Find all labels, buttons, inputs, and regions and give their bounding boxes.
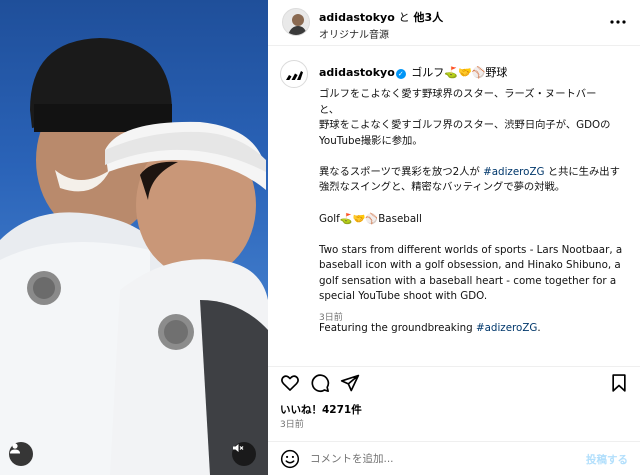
caption-title: ゴルフ⛳🤝⚾野球 <box>411 66 508 79</box>
caption-paragraph: 異なるスポーツで異彩を放つ2人が #adizeroZG と共に生み出す 強烈なス… <box>319 165 620 194</box>
smiley-icon <box>280 449 300 469</box>
mute-button[interactable] <box>232 442 256 466</box>
caption-text: ゴルフをこよなく愛す野球界のスター、ラーズ・ヌートバー と、 野球をこよなく愛す… <box>319 87 631 352</box>
photo-illustration <box>0 38 268 475</box>
caption-timestamp: 3日前 <box>319 313 343 323</box>
caption-avatar[interactable] <box>280 60 308 88</box>
send-icon <box>340 374 360 392</box>
audio-link[interactable]: オリジナル音源 <box>319 26 389 41</box>
heart-icon <box>281 375 299 391</box>
speaker-muted-icon <box>233 444 244 452</box>
post-photo[interactable] <box>0 0 268 475</box>
post-header: adidastokyo と 他3人 オリジナル音源 <box>268 0 640 46</box>
comment-bar: 投稿する <box>268 441 640 475</box>
user-icon <box>10 443 20 454</box>
post-comment-button[interactable]: 投稿する <box>586 452 628 467</box>
header-usernames[interactable]: adidastokyo と 他3人 <box>319 9 443 25</box>
hashtag-link[interactable]: #adizeroZG <box>483 166 544 178</box>
emoji-button[interactable] <box>280 449 300 469</box>
caption-paragraph: Golf⛳🤝⚾Baseball <box>319 212 422 225</box>
comment-input[interactable] <box>310 451 570 467</box>
bookmark-icon <box>612 374 626 392</box>
share-button[interactable] <box>340 373 360 393</box>
like-button[interactable] <box>280 373 300 393</box>
hashtag-link[interactable]: #adizeroZG <box>476 322 537 334</box>
caption-username[interactable]: adidastokyo <box>319 66 395 79</box>
header-joiner: と <box>398 11 410 24</box>
post-timestamp: 3日前 <box>280 420 304 430</box>
header-others[interactable]: 他3人 <box>413 11 443 24</box>
header-username[interactable]: adidastokyo <box>319 11 395 24</box>
caption-heading: adidastokyo ✓ ゴルフ⛳🤝⚾野球 <box>319 64 507 80</box>
collab-avatar[interactable] <box>282 8 310 36</box>
comment-icon <box>311 374 330 392</box>
ellipsis-icon <box>610 20 626 24</box>
more-options-button[interactable] <box>608 12 628 32</box>
action-bar <box>268 366 640 396</box>
adidas-logo-icon <box>286 71 303 80</box>
like-count[interactable]: いいね！4271件 <box>280 402 362 417</box>
caption-paragraph: ゴルフをこよなく愛す野球界のスター、ラーズ・ヌートバー と、 野球をこよなく愛す… <box>319 88 611 147</box>
caption-section: adidastokyo ✓ ゴルフ⛳🤝⚾野球 ゴルフをこよなく愛す野球界のスター、… <box>268 46 640 366</box>
save-button[interactable] <box>609 373 629 393</box>
post-detail-panel: adidastokyo と 他3人 オリジナル音源 adidastokyo ✓ ゴ… <box>268 0 640 475</box>
tagged-users-button[interactable] <box>9 442 33 466</box>
caption-paragraph: Featuring the groundbreaking #adizeroZG. <box>319 321 541 334</box>
verified-icon: ✓ <box>395 69 406 79</box>
caption-paragraph: Two stars from different worlds of sport… <box>319 243 623 303</box>
comment-button[interactable] <box>310 373 330 393</box>
